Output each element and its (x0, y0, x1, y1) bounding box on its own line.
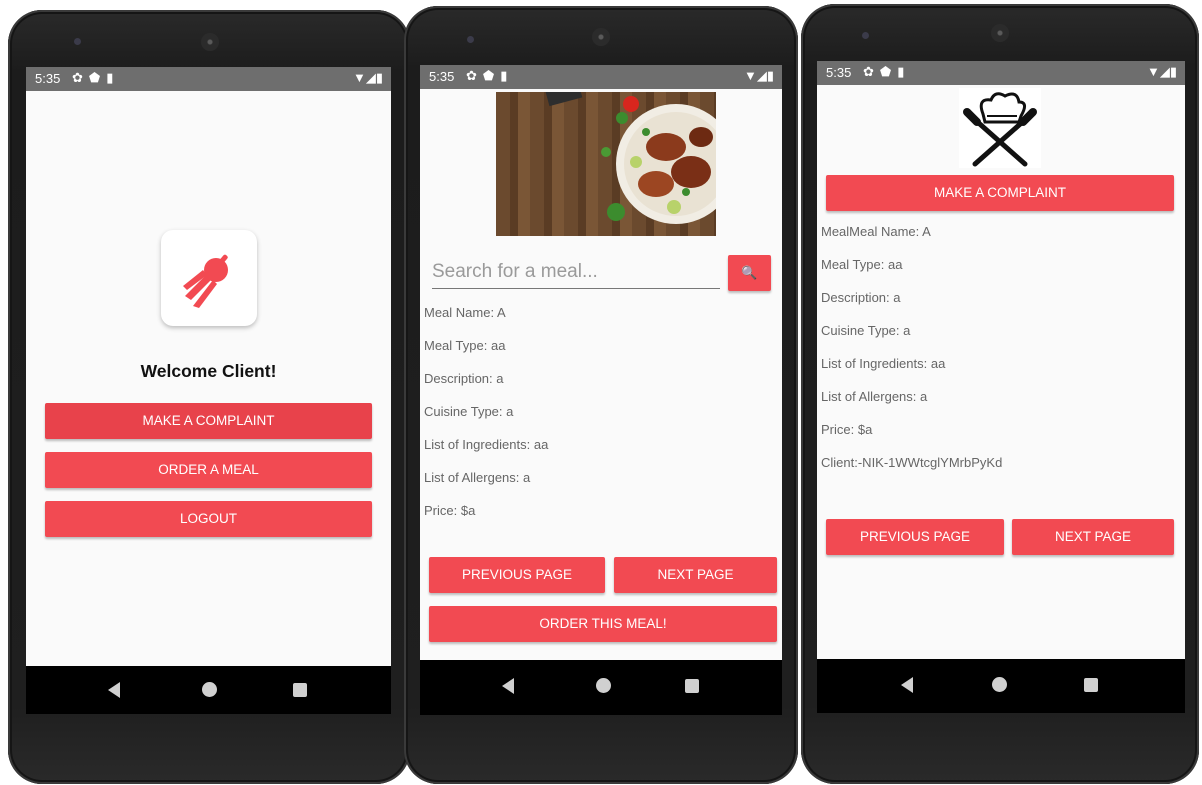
shield-icon: ⬟ (482, 68, 501, 83)
ingredients-text: List of Ingredients: aa (821, 356, 946, 371)
chef-logo (959, 88, 1041, 168)
status-bar: 5:35 ✿⬟▮ ▼◢▮ (817, 61, 1185, 85)
front-camera (74, 38, 81, 45)
gear-icon: ✿ (72, 70, 89, 85)
status-bar: 5:35 ✿⬟▮ ▼◢▮ (26, 67, 391, 91)
status-right-icons: ▼◢▮ (353, 70, 383, 86)
phone-frame-3: 5:35 ✿⬟▮ ▼◢▮ MAKE A COMPLAINT MealMeal N… (801, 4, 1199, 784)
order-meal-button[interactable]: ORDER A MEAL (45, 452, 372, 488)
allergens-text: List of Allergens: a (424, 470, 531, 485)
search-icon: 🔍 (741, 265, 758, 280)
delivery-rocket-icon (183, 254, 228, 308)
back-icon[interactable] (502, 678, 514, 694)
home-icon[interactable] (596, 678, 611, 693)
recents-icon[interactable] (1084, 678, 1098, 692)
signal-icon: ◢ (1159, 64, 1170, 79)
status-left-icons: ✿⬟▮ (863, 64, 910, 80)
signal-icon: ◢ (365, 70, 376, 85)
status-right-icons: ▼◢▮ (744, 68, 774, 84)
gear-icon: ✿ (863, 64, 880, 79)
description-text: Description: a (821, 290, 901, 305)
front-camera (862, 32, 869, 39)
make-complaint-button[interactable]: MAKE A COMPLAINT (45, 403, 372, 439)
chef-hat-knives-icon (963, 92, 1037, 167)
nav-bar (420, 660, 782, 715)
meal-name-text: MealMeal Name: A (821, 224, 931, 239)
battery-icon: ▮ (375, 70, 383, 85)
make-complaint-button[interactable]: MAKE A COMPLAINT (826, 175, 1174, 211)
allergens-text: List of Allergens: a (821, 389, 928, 404)
home-icon[interactable] (992, 677, 1007, 692)
price-text: Price: $a (424, 503, 476, 518)
cuisine-type-text: Cuisine Type: a (821, 323, 911, 338)
nav-bar (817, 659, 1185, 713)
earpiece-speaker (991, 24, 1009, 42)
status-right-icons: ▼◢▮ (1147, 64, 1177, 80)
meal-name-text: Meal Name: A (424, 305, 506, 320)
gear-icon: ✿ (466, 68, 483, 83)
earpiece-speaker (201, 33, 219, 51)
screen-meal-list: 5:35 ✿⬟▮ ▼◢▮ Search for a meal... 🔍 Meal… (420, 65, 782, 715)
recents-icon[interactable] (685, 679, 699, 693)
next-page-button[interactable]: NEXT PAGE (1012, 519, 1174, 555)
status-left-icons: ✿⬟▮ (466, 68, 513, 84)
shield-icon: ⬟ (879, 64, 898, 79)
phone-frame-2: 5:35 ✿⬟▮ ▼◢▮ Search for a meal... 🔍 Meal… (404, 6, 798, 784)
earpiece-speaker (592, 28, 610, 46)
signal-icon: ◢ (756, 68, 767, 83)
price-text: Price: $a (821, 422, 873, 437)
app-logo (161, 230, 257, 326)
next-page-button[interactable]: NEXT PAGE (614, 557, 777, 593)
food-photo (544, 92, 716, 224)
screen-meal-detail: 5:35 ✿⬟▮ ▼◢▮ MAKE A COMPLAINT MealMeal N… (817, 61, 1185, 713)
battery-icon: ▮ (1169, 64, 1177, 79)
nav-bar (26, 666, 391, 714)
meal-type-text: Meal Type: aa (424, 338, 506, 353)
wifi-icon: ▼ (743, 68, 757, 83)
shield-icon: ⬟ (88, 70, 107, 85)
sdcard-icon: ▮ (897, 64, 911, 79)
recents-icon[interactable] (293, 683, 307, 697)
cuisine-type-text: Cuisine Type: a (424, 404, 514, 419)
sdcard-icon: ▮ (500, 68, 514, 83)
status-left-icons: ✿⬟▮ (72, 70, 119, 86)
front-camera (467, 36, 474, 43)
meal-type-text: Meal Type: aa (821, 257, 903, 272)
order-this-meal-button[interactable]: ORDER THIS MEAL! (429, 606, 777, 642)
phone-frame-1: 5:35 ✿⬟▮ ▼◢▮ Welcome Client! MAKE A COMP… (8, 10, 410, 784)
screen-welcome: 5:35 ✿⬟▮ ▼◢▮ Welcome Client! MAKE A COMP… (26, 67, 391, 714)
status-time: 5:35 (429, 69, 455, 84)
sdcard-icon: ▮ (106, 70, 120, 85)
status-bar: 5:35 ✿⬟▮ ▼◢▮ (420, 65, 782, 89)
home-icon[interactable] (202, 682, 217, 697)
client-id-text: Client:-NIK-1WWtcglYMrbPyKd (821, 455, 1003, 470)
ingredients-text: List of Ingredients: aa (424, 437, 549, 452)
welcome-heading: Welcome Client! (140, 361, 277, 381)
back-icon[interactable] (108, 682, 120, 698)
wifi-icon: ▼ (352, 70, 366, 85)
previous-page-button[interactable]: PREVIOUS PAGE (429, 557, 605, 593)
logout-button[interactable]: LOGOUT (45, 501, 372, 537)
battery-icon: ▮ (766, 68, 774, 83)
meal-image (496, 92, 716, 236)
back-icon[interactable] (901, 677, 913, 693)
search-input[interactable]: Search for a meal... (432, 261, 720, 289)
search-button[interactable]: 🔍 (728, 255, 771, 291)
status-time: 5:35 (826, 65, 852, 80)
status-time: 5:35 (35, 71, 61, 86)
previous-page-button[interactable]: PREVIOUS PAGE (826, 519, 1004, 555)
wifi-icon: ▼ (1146, 64, 1160, 79)
description-text: Description: a (424, 371, 504, 386)
